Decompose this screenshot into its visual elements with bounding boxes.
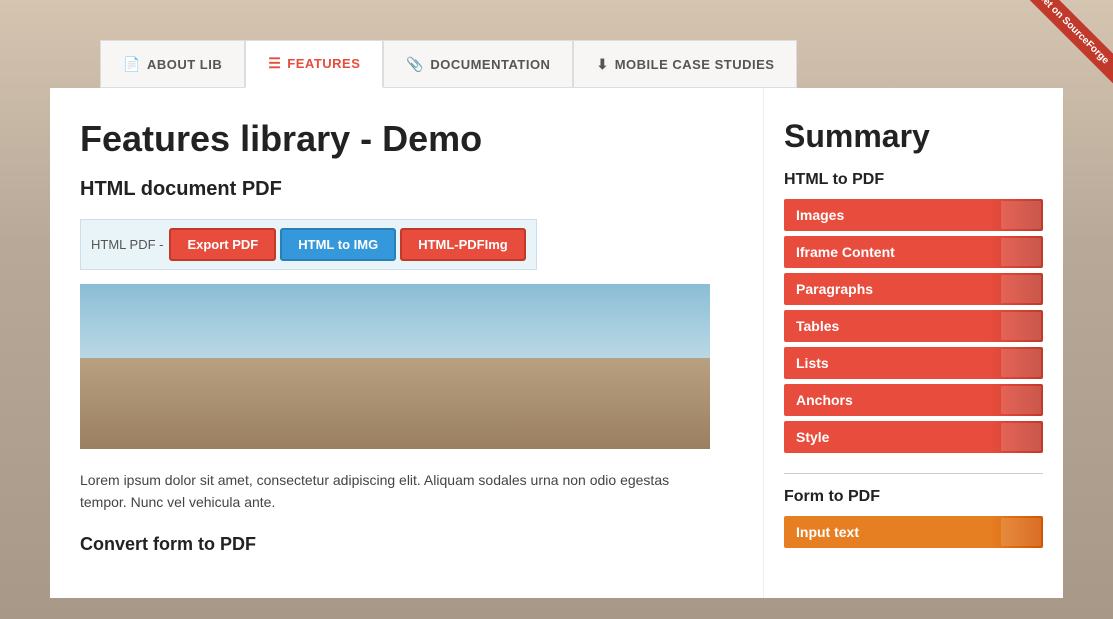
summary-item-iframe[interactable]: Iframe Content — [784, 236, 1043, 268]
html-to-img-button[interactable]: HTML to IMG — [280, 228, 396, 261]
sourceforge-ribbon[interactable]: Get on SourceForge — [993, 0, 1113, 120]
convert-form-title: Convert form to PDF — [80, 534, 733, 555]
tab-mobile-label: MOBILE CASE STUDIES — [615, 57, 775, 72]
summary-title: Summary — [784, 118, 1043, 155]
features-icon: ☰ — [268, 55, 281, 72]
main-container: Features library - Demo HTML document PD… — [50, 88, 1063, 598]
tab-mobile[interactable]: ⬇ MOBILE CASE STUDIES — [573, 40, 797, 88]
sourceforge-label: Get on SourceForge — [1016, 0, 1113, 85]
summary-divider — [784, 473, 1043, 474]
summary-item-lists[interactable]: Lists — [784, 347, 1043, 379]
left-content: Features library - Demo HTML document PD… — [50, 88, 763, 598]
tab-about-label: ABOUT LIB — [147, 57, 222, 72]
html-to-pdf-title: HTML to PDF — [784, 171, 1043, 189]
summary-items-list: Images Iframe Content Paragraphs Tables … — [784, 199, 1043, 453]
page-title: Features library - Demo — [80, 118, 733, 160]
summary-item-anchors[interactable]: Anchors — [784, 384, 1043, 416]
form-to-pdf-title: Form to PDF — [784, 488, 1043, 506]
mobile-icon: ⬇ — [596, 56, 608, 73]
demo-image — [80, 284, 710, 449]
documentation-icon: 📎 — [406, 56, 424, 73]
summary-item-images[interactable]: Images — [784, 199, 1043, 231]
export-pdf-button[interactable]: Export PDF — [169, 228, 276, 261]
tab-documentation[interactable]: 📎 DOCUMENTATION — [383, 40, 573, 88]
nav-tabs: 📄 ABOUT LIB ☰ FEATURES 📎 DOCUMENTATION ⬇… — [0, 0, 1113, 88]
form-items-list: Input text — [784, 516, 1043, 548]
summary-item-paragraphs[interactable]: Paragraphs — [784, 273, 1043, 305]
tab-features[interactable]: ☰ FEATURES — [245, 40, 383, 88]
summary-item-tables[interactable]: Tables — [784, 310, 1043, 342]
html-pdfimg-button[interactable]: HTML-PDFImg — [400, 228, 526, 261]
summary-item-style[interactable]: Style — [784, 421, 1043, 453]
deck-layer — [80, 358, 710, 449]
tab-about[interactable]: 📄 ABOUT LIB — [100, 40, 245, 88]
about-icon: 📄 — [123, 56, 141, 73]
form-item-input[interactable]: Input text — [784, 516, 1043, 548]
lorem-text: Lorem ipsum dolor sit amet, consectetur … — [80, 469, 710, 514]
button-row-label: HTML PDF - — [91, 237, 163, 252]
tab-documentation-label: DOCUMENTATION — [430, 57, 550, 72]
tab-features-label: FEATURES — [287, 56, 360, 71]
button-row: HTML PDF - Export PDF HTML to IMG HTML-P… — [80, 219, 537, 270]
html-doc-pdf-title: HTML document PDF — [80, 178, 733, 201]
right-sidebar: Summary HTML to PDF Images Iframe Conten… — [763, 88, 1063, 598]
